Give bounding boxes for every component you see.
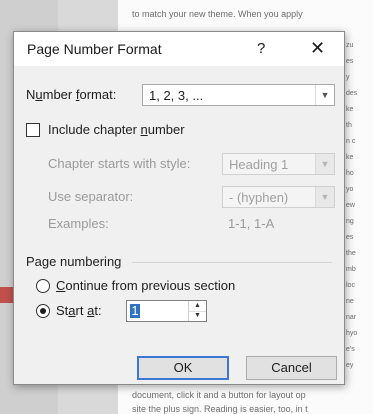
number-format-select[interactable]: 1, 2, 3, ... ▼ — [142, 84, 335, 106]
include-chapter-number-label[interactable]: Include chapter number — [48, 122, 185, 137]
document-text-fragment: ey — [346, 362, 354, 369]
separator-value: - (hyphen) — [229, 190, 289, 205]
help-button[interactable]: ? — [257, 40, 265, 57]
document-text-fragment: hyo — [346, 330, 358, 337]
page-number-format-dialog: Page Number Format ? ✕ Number format: 1,… — [13, 31, 345, 385]
document-text-line: site the plus sign. Reading is easier, t… — [132, 404, 308, 414]
chevron-down-icon: ▼ — [315, 187, 334, 207]
separator-select[interactable]: - (hyphen) ▼ — [222, 186, 335, 208]
start-at-value[interactable]: 1 — [130, 304, 140, 318]
document-text-fragment: ho — [346, 170, 354, 177]
document-text-fragment: es — [346, 234, 354, 241]
examples-value: 1-1, 1-A — [228, 216, 275, 231]
document-text-line: document, click it and a button for layo… — [132, 390, 306, 400]
continue-from-previous-radio[interactable] — [36, 279, 50, 293]
radio-selected-dot — [40, 308, 46, 314]
document-text-fragment: nar — [346, 314, 357, 321]
start-at-label[interactable]: Start at: — [56, 303, 102, 318]
group-divider — [132, 262, 332, 263]
document-text-line: to match your new theme. When you apply — [132, 9, 303, 19]
dialog-titlebar: Page Number Format ? ✕ — [14, 32, 344, 66]
continue-from-previous-label[interactable]: Continue from previous section — [56, 278, 235, 293]
cancel-button[interactable]: Cancel — [246, 356, 337, 380]
separator-label: Use separator: — [48, 189, 134, 204]
spinner-buttons: ▲ ▼ — [188, 301, 206, 321]
document-text-fragment: ng — [346, 218, 354, 225]
chapter-style-label: Chapter starts with style: — [48, 156, 191, 171]
number-format-value: 1, 2, 3, ... — [149, 88, 204, 103]
document-text-fragment: ke — [346, 154, 354, 161]
document-text-fragment: th — [346, 122, 352, 129]
document-text-fragment: the — [346, 250, 356, 257]
number-format-label: Number format: — [26, 87, 117, 102]
document-text-fragment: ne — [346, 298, 354, 305]
start-at-radio[interactable] — [36, 304, 50, 318]
document-text-fragment: des — [346, 90, 358, 97]
document-text-fragment: y — [346, 74, 350, 81]
chevron-down-icon: ▼ — [315, 85, 334, 105]
document-text-fragment: ew — [346, 202, 355, 209]
close-button[interactable]: ✕ — [310, 38, 325, 59]
chapter-style-select[interactable]: Heading 1 ▼ — [222, 153, 335, 175]
include-chapter-number-checkbox[interactable] — [26, 123, 40, 137]
document-text-fragment: mb — [346, 266, 356, 273]
spinner-down-icon[interactable]: ▼ — [189, 311, 206, 321]
document-text-fragment: yo — [346, 186, 354, 193]
document-text-fragment: loc — [346, 282, 355, 289]
document-text-fragment: zu — [346, 42, 354, 49]
document-text-fragment: es — [346, 58, 354, 65]
document-text-fragment: e's — [346, 346, 355, 353]
document-text-fragment: ke — [346, 106, 354, 113]
start-at-spinner[interactable]: 1 ▲ ▼ — [126, 300, 207, 322]
chevron-down-icon: ▼ — [315, 154, 334, 174]
ok-button[interactable]: OK — [137, 356, 229, 380]
examples-label: Examples: — [48, 216, 109, 231]
document-text-fragment: n c — [346, 138, 356, 145]
chapter-style-value: Heading 1 — [229, 157, 289, 172]
dialog-title: Page Number Format — [27, 41, 162, 57]
page-numbering-heading: Page numbering — [26, 254, 122, 269]
